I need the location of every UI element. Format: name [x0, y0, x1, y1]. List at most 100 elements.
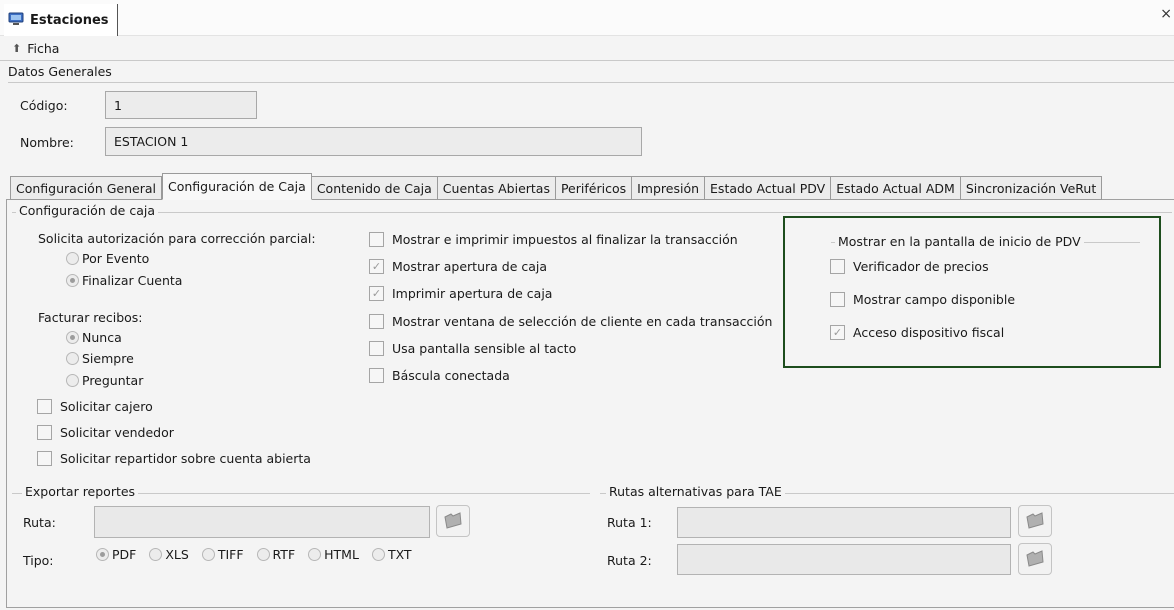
radio-xls[interactable]: XLS — [149, 547, 189, 562]
ruta-input[interactable] — [94, 506, 430, 538]
check-bascula-conectada[interactable]: Báscula conectada — [369, 368, 510, 383]
radio-button[interactable] — [149, 548, 163, 561]
checkbox[interactable] — [369, 368, 384, 383]
checkbox-label: Mostrar apertura de caja — [392, 259, 548, 274]
radio-label: PDF — [112, 547, 137, 562]
window-tab-title: Estaciones — [30, 12, 109, 28]
ficha-divider — [0, 60, 1174, 61]
radio-label: Por Evento — [82, 251, 150, 266]
browse-ruta2-button[interactable] — [1018, 543, 1052, 575]
rutas-tae-title: Rutas alternativas para TAE — [606, 484, 785, 499]
checkbox[interactable] — [369, 314, 384, 329]
check-pantalla-tactil[interactable]: Usa pantalla sensible al tacto — [369, 341, 576, 356]
radio-html[interactable]: HTML — [308, 547, 359, 562]
monitor-icon — [8, 11, 24, 30]
ruta1-input[interactable] — [677, 507, 1011, 538]
check-verificador-precios[interactable]: Verificador de precios — [830, 259, 989, 274]
radio-button[interactable] — [66, 352, 79, 365]
check-ventana-seleccion-cliente[interactable]: Mostrar ventana de selección de cliente … — [369, 314, 780, 329]
checkbox[interactable]: ✓ — [369, 259, 384, 274]
checkbox-label: Usa pantalla sensible al tacto — [392, 341, 577, 356]
tab-configuracion-caja[interactable]: Configuración de Caja — [161, 173, 312, 200]
tab-contenido-caja[interactable]: Contenido de Caja — [311, 176, 438, 200]
facturar-label: Facturar recibos: — [38, 310, 143, 325]
checkbox-label: Solicitar vendedor — [60, 425, 174, 440]
datos-generales-divider — [8, 82, 1174, 83]
browse-ruta1-button[interactable] — [1018, 505, 1052, 537]
checkbox[interactable] — [830, 259, 845, 274]
tab-perifericos[interactable]: Periféricos — [555, 176, 633, 200]
checkbox[interactable] — [37, 425, 52, 440]
checkbox-label: Solicitar repartidor sobre cuenta abiert… — [60, 451, 311, 466]
radio-button[interactable] — [66, 331, 79, 344]
codigo-field[interactable]: 1 — [105, 91, 257, 119]
radio-button[interactable] — [201, 548, 215, 561]
radio-nunca[interactable]: Nunca — [66, 330, 122, 345]
checkbox[interactable] — [369, 232, 384, 247]
check-solicitar-repartidor[interactable]: Solicitar repartidor sobre cuenta abiert… — [37, 451, 311, 466]
close-icon[interactable]: × — [1160, 6, 1172, 22]
check-mostrar-apertura-caja[interactable]: ✓ Mostrar apertura de caja — [369, 259, 547, 274]
ficha-toggle[interactable]: ⬆ Ficha — [0, 37, 1174, 60]
checkbox[interactable]: ✓ — [830, 325, 845, 340]
tab-estado-actual-adm[interactable]: Estado Actual ADM — [831, 176, 961, 200]
ruta2-label: Ruta 2: — [607, 553, 652, 568]
checkbox-label: Mostrar e imprimir impuestos al finaliza… — [392, 232, 738, 247]
radio-button[interactable] — [256, 548, 270, 561]
exportar-title: Exportar reportes — [22, 484, 139, 499]
radio-preguntar[interactable]: Preguntar — [66, 373, 143, 388]
radio-button[interactable] — [96, 548, 109, 561]
tab-bar: Configuración General Configuración de C… — [10, 173, 1103, 200]
tab-configuracion-general[interactable]: Configuración General — [10, 176, 162, 200]
pdv-group-title: Mostrar en la pantalla de inicio de PDV — [835, 234, 1084, 249]
radio-label: XLS — [165, 547, 189, 562]
radio-rtf[interactable]: RTF — [256, 547, 296, 562]
radio-button[interactable] — [371, 548, 385, 561]
radio-label: TXT — [387, 547, 412, 562]
radio-pdf[interactable]: PDF — [96, 547, 136, 562]
check-imprimir-apertura-caja[interactable]: ✓ Imprimir apertura de caja — [369, 286, 552, 301]
datos-generales-title: Datos Generales — [8, 64, 112, 79]
check-dispositivo-fiscal[interactable]: ✓ Acceso dispositivo fiscal — [830, 325, 1004, 340]
ruta1-label: Ruta 1: — [607, 515, 652, 530]
folder-icon — [1026, 512, 1044, 529]
checkbox[interactable] — [369, 341, 384, 356]
radio-label: TIFF — [217, 547, 244, 562]
browse-folder-button[interactable] — [436, 505, 470, 537]
title-bar: Estaciones × — [0, 0, 1174, 36]
check-solicitar-cajero[interactable]: Solicitar cajero — [37, 399, 153, 414]
folder-icon — [444, 512, 462, 529]
checkbox-label: Solicitar cajero — [60, 399, 153, 414]
tab-impresion[interactable]: Impresión — [632, 176, 706, 200]
check-mostrar-imprimir-impuestos[interactable]: Mostrar e imprimir impuestos al finaliza… — [369, 232, 738, 247]
check-campo-disponible[interactable]: Mostrar campo disponible — [830, 292, 1015, 307]
tab-cuentas-abiertas[interactable]: Cuentas Abiertas — [437, 176, 556, 200]
radio-button[interactable] — [308, 548, 322, 561]
nombre-field[interactable]: ESTACION 1 — [105, 127, 642, 156]
radio-txt[interactable]: TXT — [371, 547, 412, 562]
tab-sincronizacion-verut[interactable]: Sincronización VeRut — [960, 176, 1103, 200]
check-solicitar-vendedor[interactable]: Solicitar vendedor — [37, 425, 174, 440]
checkbox[interactable] — [37, 451, 52, 466]
radio-label: HTML — [324, 547, 359, 562]
radio-button[interactable] — [66, 274, 79, 287]
radio-finalizar-cuenta[interactable]: Finalizar Cuenta — [66, 273, 182, 288]
radio-por-evento[interactable]: Por Evento — [66, 251, 149, 266]
checkbox-label: Báscula conectada — [392, 368, 510, 383]
checkbox[interactable]: ✓ — [369, 286, 384, 301]
radio-tiff[interactable]: TIFF — [201, 547, 244, 562]
radio-button[interactable] — [66, 374, 79, 387]
double-chevron-up-icon: ⬆ — [12, 42, 22, 55]
ruta-label: Ruta: — [23, 515, 56, 530]
autorizacion-label: Solicita autorización para corrección pa… — [38, 231, 316, 246]
ficha-label: Ficha — [27, 41, 60, 56]
radio-siempre[interactable]: Siempre — [66, 351, 134, 366]
nombre-label: Nombre: — [20, 135, 74, 150]
radio-button[interactable] — [66, 252, 79, 265]
ruta2-input[interactable] — [677, 544, 1011, 575]
checkbox[interactable] — [830, 292, 845, 307]
checkbox[interactable] — [37, 399, 52, 414]
radio-label: RTF — [272, 547, 296, 562]
tab-estado-actual-pdv[interactable]: Estado Actual PDV — [705, 176, 832, 200]
window-tab-estaciones[interactable]: Estaciones — [4, 4, 118, 36]
